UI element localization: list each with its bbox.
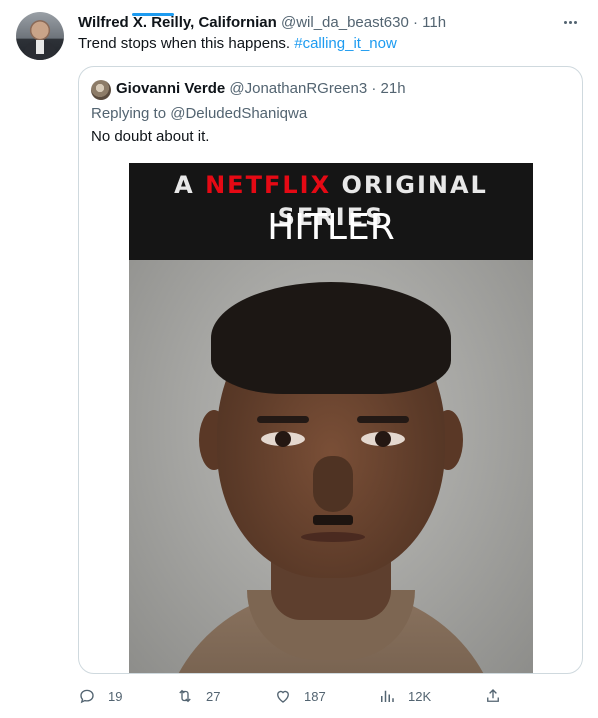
portrait-nose (313, 456, 353, 512)
poster-tagline-prefix: A (174, 171, 195, 199)
retweet-icon (179, 689, 191, 703)
replying-to-prefix: Replying to (91, 105, 167, 122)
tweet-action-bar: 19 27 187 12K (78, 686, 518, 706)
poster-portrait (129, 260, 533, 673)
more-dot-icon (573, 20, 577, 24)
more-dot-icon (568, 20, 572, 24)
like-count: 187 (304, 688, 326, 704)
quote-media-image[interactable]: A NETFLIX ORIGINAL SERIES HITLER (129, 163, 533, 673)
quote-author-handle[interactable]: @JonathanRGreen3 (229, 80, 367, 97)
portrait-hair (211, 282, 451, 394)
share-icon (487, 689, 499, 702)
avatar-shirt (36, 40, 44, 54)
author-handle[interactable]: @wil_da_beast630 (281, 14, 409, 31)
reply-button[interactable]: 19 (78, 686, 122, 706)
tweet[interactable]: Wilfred X. Reilly, Californian @wil_da_b… (0, 0, 598, 718)
portrait-iris (375, 431, 391, 447)
tweet-text: Trend stops when this happens. #calling_… (78, 34, 397, 54)
views-button[interactable]: 12K (378, 686, 431, 706)
separator-dot: · (412, 14, 418, 31)
author-line: Wilfred X. Reilly, Californian @wil_da_b… (78, 13, 548, 33)
portrait-iris (275, 431, 291, 447)
quote-author-line: Giovanni Verde @JonathanRGreen3 · 21h (116, 79, 406, 99)
poster-title: HITLER (267, 207, 395, 248)
quote-timestamp[interactable]: 21h (381, 80, 406, 97)
portrait-mustache (313, 515, 353, 525)
views-icon (381, 690, 394, 702)
quote-author-name[interactable]: Giovanni Verde (116, 80, 225, 97)
tweet-timestamp[interactable]: 11h (422, 14, 446, 31)
quote-author-avatar[interactable] (91, 80, 111, 100)
author-name[interactable]: Wilfred X. Reilly, Californian (78, 14, 277, 31)
replying-to-line: Replying to @DeludedShaniqwa (91, 104, 307, 124)
reply-icon (80, 689, 94, 704)
more-dot-icon (563, 20, 567, 24)
reply-count: 19 (108, 688, 123, 704)
hashtag-link[interactable]: #calling_it_now (294, 35, 397, 52)
portrait-brow (357, 416, 409, 423)
quoted-tweet-card[interactable]: Giovanni Verde @JonathanRGreen3 · 21h Re… (78, 66, 583, 674)
like-button[interactable]: 187 (274, 686, 326, 706)
more-options-button[interactable] (560, 12, 580, 32)
author-avatar[interactable] (16, 12, 64, 60)
poster-brand: NETFLIX (205, 171, 332, 199)
retweet-button[interactable]: 27 (176, 686, 220, 706)
views-count: 12K (408, 688, 432, 704)
retweet-count: 27 (206, 688, 221, 704)
separator-dot: · (371, 80, 377, 97)
portrait-brow (257, 416, 309, 423)
quote-text: No doubt about it. (91, 128, 210, 145)
share-button[interactable] (484, 686, 502, 706)
tweet-body: Trend stops when this happens. (78, 35, 291, 52)
replying-to-mention[interactable]: @DeludedShaniqwa (170, 105, 307, 122)
portrait-mouth (301, 532, 365, 542)
heart-icon (277, 690, 289, 703)
